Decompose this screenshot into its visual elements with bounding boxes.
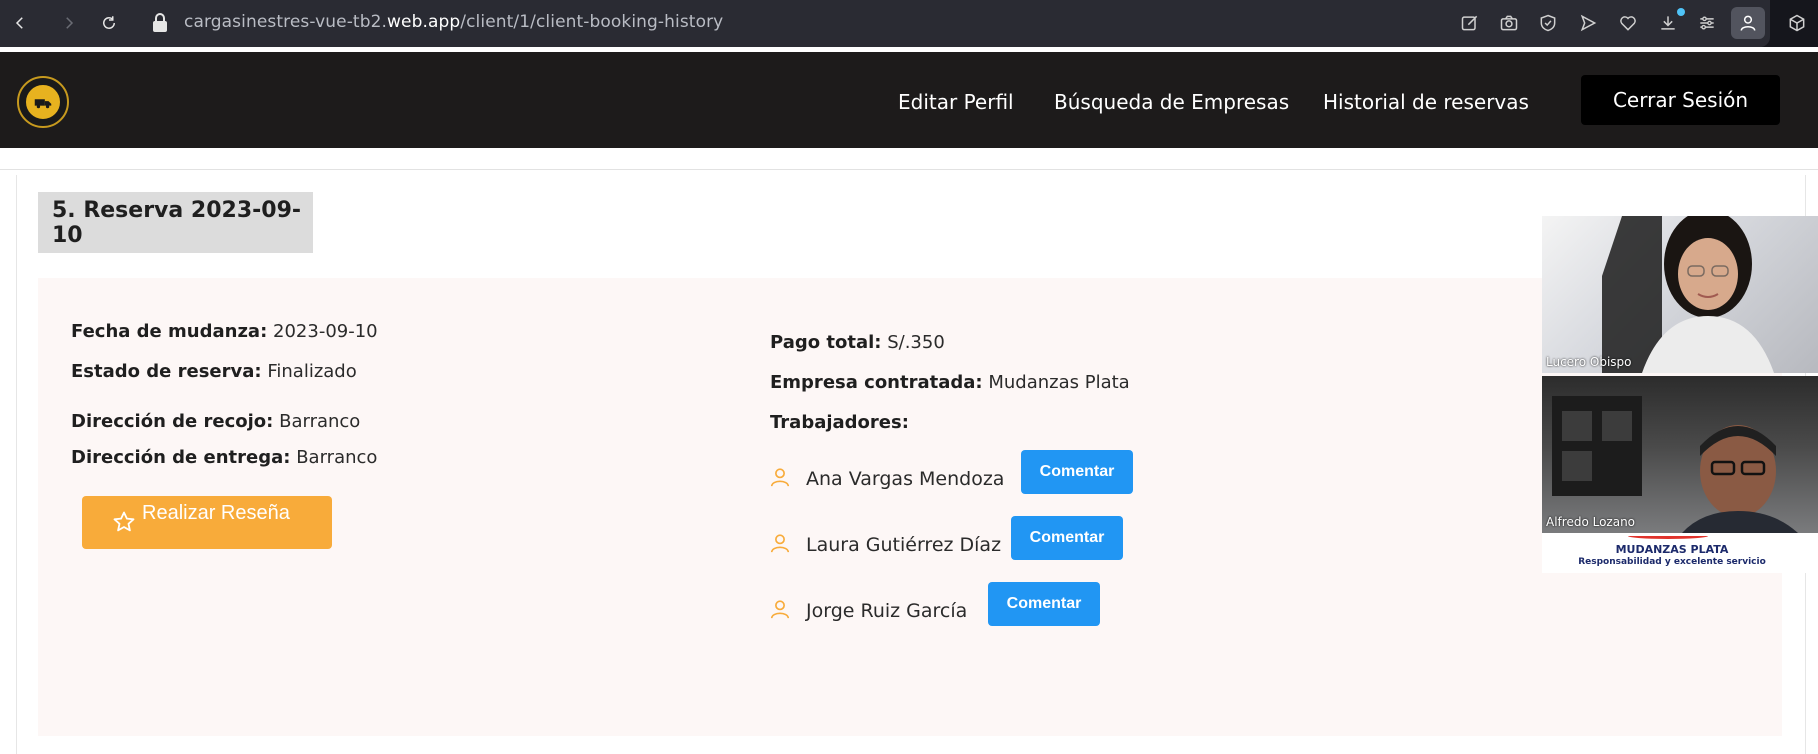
empresa-contratada-label: Empresa contratada: — [770, 372, 983, 393]
participant-video — [1602, 216, 1774, 373]
browser-toolbar: cargasinestres-vue-tb2.web.app/client/1/… — [0, 0, 1818, 47]
play-send-icon — [1580, 14, 1597, 32]
nav-busqueda-empresas[interactable]: Búsqueda de Empresas — [1054, 90, 1289, 114]
section-divider — [0, 169, 1818, 170]
direccion-recojo-label: Dirección de recojo: — [71, 411, 274, 432]
forward-button[interactable] — [54, 8, 84, 38]
fecha-mudanza-field: Fecha de mudanza: 2023-09-10 — [71, 321, 378, 342]
screenshot-button[interactable] — [1496, 10, 1522, 36]
direccion-recojo-value: Barranco — [279, 411, 361, 432]
reservation-title: 5. Reserva 2023-09-10 — [38, 192, 313, 253]
direccion-entrega-field: Dirección de entrega: Barranco — [71, 447, 377, 468]
direccion-entrega-value: Barranco — [296, 447, 378, 468]
chevron-right-icon — [66, 17, 74, 29]
review-button[interactable]: Realizar Reseña — [82, 496, 332, 549]
edit-share-icon — [1461, 15, 1478, 31]
video-tile-participant-2[interactable]: Alfredo Lozano — [1542, 376, 1818, 533]
banner-subtitle: Responsabilidad y excelente servicio — [1578, 557, 1766, 567]
estado-reserva-label: Estado de reserva: — [71, 361, 262, 382]
url-host: web.app — [387, 12, 461, 32]
company-banner: MUDANZAS PLATA Responsabilidad y excelen… — [1542, 533, 1818, 573]
worker-name: Ana Vargas Mendoza — [806, 468, 1005, 490]
review-button-label: Realizar Reseña — [142, 502, 290, 524]
url-bar[interactable]: cargasinestres-vue-tb2.web.app/client/1/… — [0, 0, 1770, 47]
trabajadores-heading: Trabajadores: — [770, 412, 909, 433]
user-icon — [770, 534, 790, 553]
favorites-button[interactable] — [1615, 10, 1641, 36]
pago-total-value: S/.350 — [887, 332, 945, 353]
estado-reserva-field: Estado de reserva: Finalizado — [71, 361, 357, 382]
site-logo[interactable] — [17, 76, 69, 128]
camera-icon — [1500, 15, 1518, 31]
nav-historial-reservas[interactable]: Historial de reservas — [1323, 90, 1529, 114]
site-header: Editar Perfil Búsqueda de Empresas Histo… — [0, 52, 1818, 148]
direccion-entrega-label: Dirección de entrega: — [71, 447, 291, 468]
estado-reserva-value: Finalizado — [267, 361, 357, 382]
reload-icon — [103, 16, 115, 29]
comment-button[interactable]: Comentar — [988, 582, 1100, 626]
video-tile-participant-1[interactable]: Lucero Obispo — [1542, 216, 1818, 373]
star-icon — [113, 511, 135, 532]
profile-button[interactable] — [1731, 7, 1765, 39]
download-icon — [1661, 16, 1675, 30]
comment-button[interactable]: Comentar — [1021, 450, 1133, 494]
worker-name: Laura Gutiérrez Díaz — [806, 534, 1002, 556]
url-path: /client/1/client-booking-history — [460, 12, 724, 32]
cube-icon — [1789, 14, 1805, 32]
url-text[interactable]: cargasinestres-vue-tb2.web.app/client/1/… — [184, 12, 723, 32]
participant-video — [1552, 396, 1798, 533]
comment-button[interactable]: Comentar — [1011, 516, 1123, 560]
user-icon — [770, 468, 790, 487]
participant-name: Lucero Obispo — [1546, 355, 1632, 369]
url-prefix: cargasinestres-vue-tb2. — [184, 12, 388, 32]
user-icon — [1740, 15, 1756, 31]
heart-icon — [1620, 16, 1636, 31]
reload-button[interactable] — [94, 8, 124, 38]
logout-button[interactable]: Cerrar Sesión — [1581, 75, 1780, 125]
settings-button[interactable] — [1694, 10, 1720, 36]
sliders-icon — [1700, 16, 1714, 30]
fecha-mudanza-value: 2023-09-10 — [273, 321, 378, 342]
chevron-left-icon — [15, 17, 23, 29]
download-indicator-dot — [1677, 8, 1685, 16]
banner-title: MUDANZAS PLATA — [1615, 543, 1729, 556]
pago-total-field: Pago total: S/.350 — [770, 332, 945, 353]
shield-button[interactable] — [1535, 10, 1561, 36]
empresa-contratada-value: Mudanzas Plata — [988, 372, 1130, 393]
trabajadores-label: Trabajadores: — [770, 412, 909, 433]
direccion-recojo-field: Dirección de recojo: Barranco — [71, 411, 360, 432]
content-border-left — [16, 175, 17, 754]
user-icon — [770, 600, 790, 619]
nav-editar-perfil[interactable]: Editar Perfil — [898, 90, 1014, 114]
empresa-contratada-field: Empresa contratada: Mudanzas Plata — [770, 372, 1130, 393]
lock-icon[interactable] — [150, 12, 170, 34]
send-button[interactable] — [1575, 10, 1601, 36]
fecha-mudanza-label: Fecha de mudanza: — [71, 321, 268, 342]
truck-logo-icon — [24, 83, 62, 121]
banner-arc — [1628, 533, 1708, 539]
shield-check-icon — [1540, 14, 1556, 32]
back-button[interactable] — [5, 8, 35, 38]
pago-total-label: Pago total: — [770, 332, 882, 353]
participant-name: Alfredo Lozano — [1546, 515, 1636, 529]
extensions-button[interactable] — [1784, 10, 1810, 36]
share-button[interactable] — [1457, 10, 1483, 36]
worker-name: Jorge Ruiz García — [806, 600, 968, 622]
